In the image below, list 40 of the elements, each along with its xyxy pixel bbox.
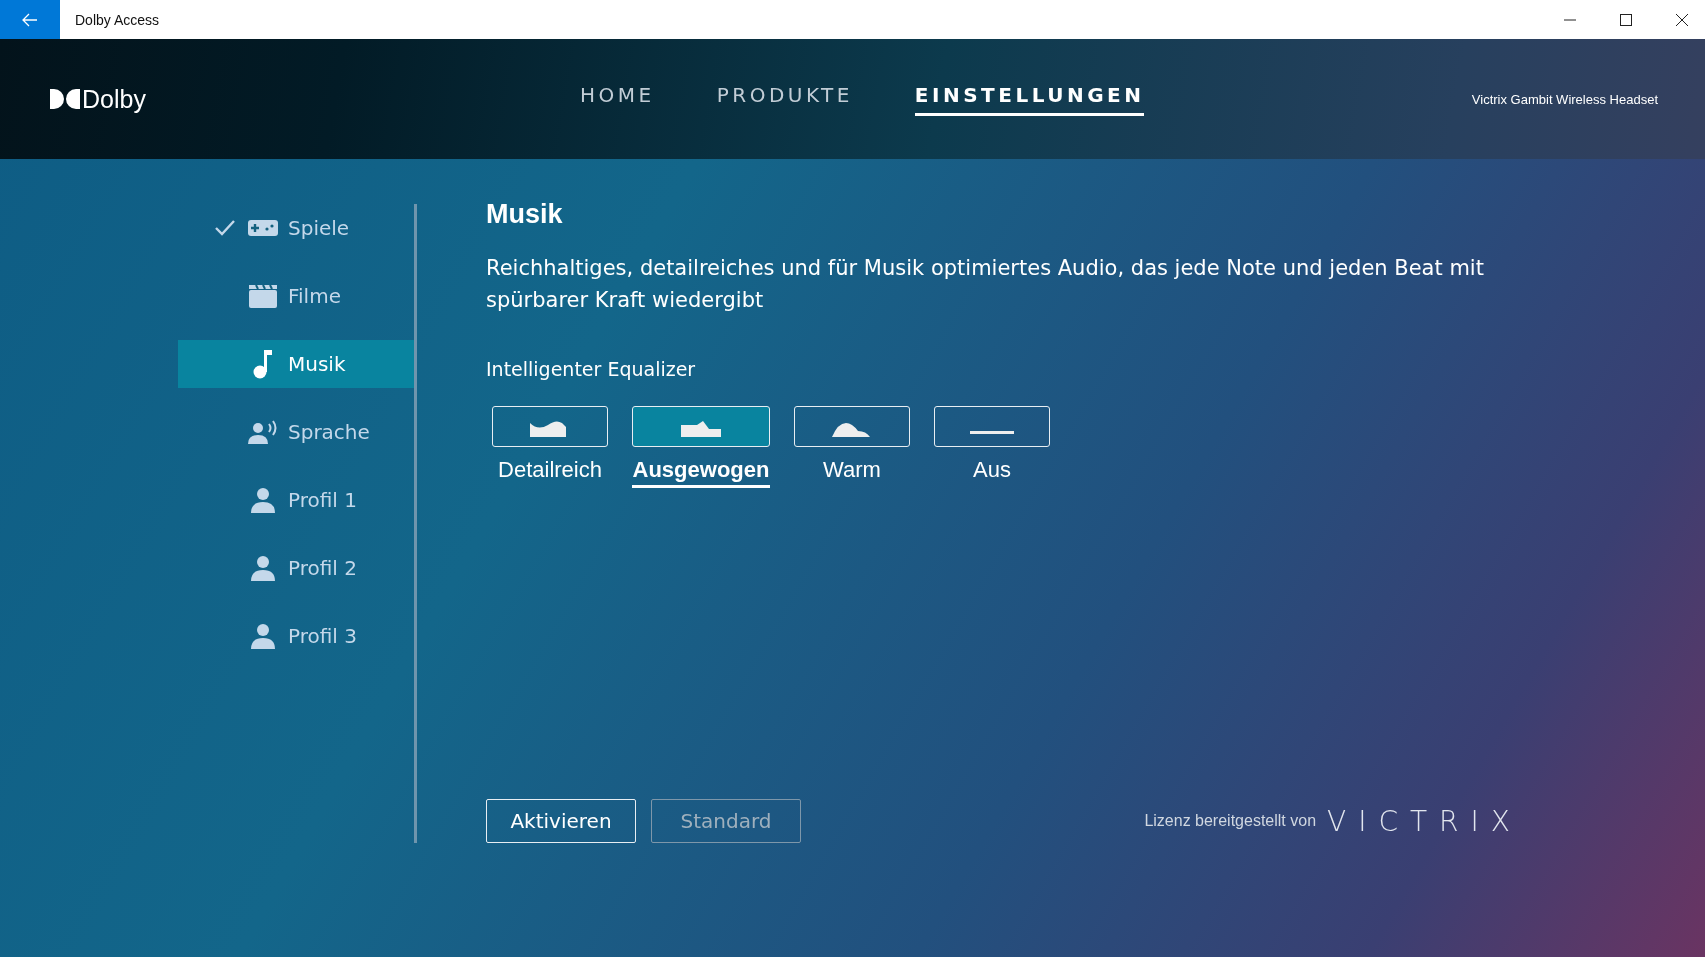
equalizer-label: Intelligenter Equalizer [486, 358, 697, 380]
equalizer-option-label: Ausgewogen [632, 457, 770, 488]
close-icon[interactable] [1676, 13, 1688, 26]
equalizer-option-label: Aus [973, 457, 1011, 484]
clapper-icon [249, 284, 277, 308]
equalizer-option[interactable] [934, 406, 1050, 447]
sidebar-item[interactable]: Spiele [178, 204, 414, 252]
equalizer-option-label: Detailreich [498, 457, 602, 484]
logo-icon [50, 89, 80, 109]
section-title: Musik [486, 199, 564, 230]
curve-icon [679, 418, 723, 437]
person-icon [251, 487, 275, 513]
back-arrow-icon [22, 12, 38, 27]
license-text: Lizenz bereitgestellt von [1144, 812, 1317, 830]
action-button[interactable]: Aktivieren [486, 799, 636, 843]
logo-text: Dolby [82, 84, 146, 114]
equalizer-option[interactable] [492, 406, 608, 447]
sidebar-item[interactable]: Profil 3 [178, 612, 414, 660]
gamepad-icon [248, 219, 278, 237]
equalizer-option[interactable] [794, 406, 910, 447]
sidebar-item[interactable]: Profil 2 [178, 544, 414, 592]
maximize-icon[interactable] [1620, 13, 1632, 26]
sidebar-item[interactable]: Filme [178, 272, 414, 320]
nav-tab[interactable]: EINSTELLUNGEN [914, 82, 1145, 116]
sidebar-item[interactable]: Musik [178, 340, 414, 388]
music-note-icon [253, 349, 273, 379]
line-icon [970, 431, 1014, 434]
person-icon [251, 623, 275, 649]
device-name: Victrix Gambit Wireless Headset [1471, 91, 1658, 107]
nav-tab[interactable]: HOME [580, 82, 655, 116]
description: Reichhaltiges, detailreiches und für Musik optimiertes Audio, das jede Note und jeden Beat mit spürbarer Kraft wiedergibt [486, 255, 1485, 314]
equalizer-option-label: Warm [823, 457, 881, 484]
equalizer-option[interactable] [632, 406, 770, 447]
nav-tab[interactable]: PRODUKTE [716, 82, 853, 116]
person-icon [251, 555, 275, 581]
speaking-person-icon [248, 420, 278, 444]
sidebar-item[interactable]: Sprache [178, 408, 414, 456]
sidebar-item[interactable]: Profil 1 [178, 476, 414, 524]
window-title: Dolby Access [75, 11, 160, 28]
brand-logo: VICTRIX [1327, 804, 1522, 838]
